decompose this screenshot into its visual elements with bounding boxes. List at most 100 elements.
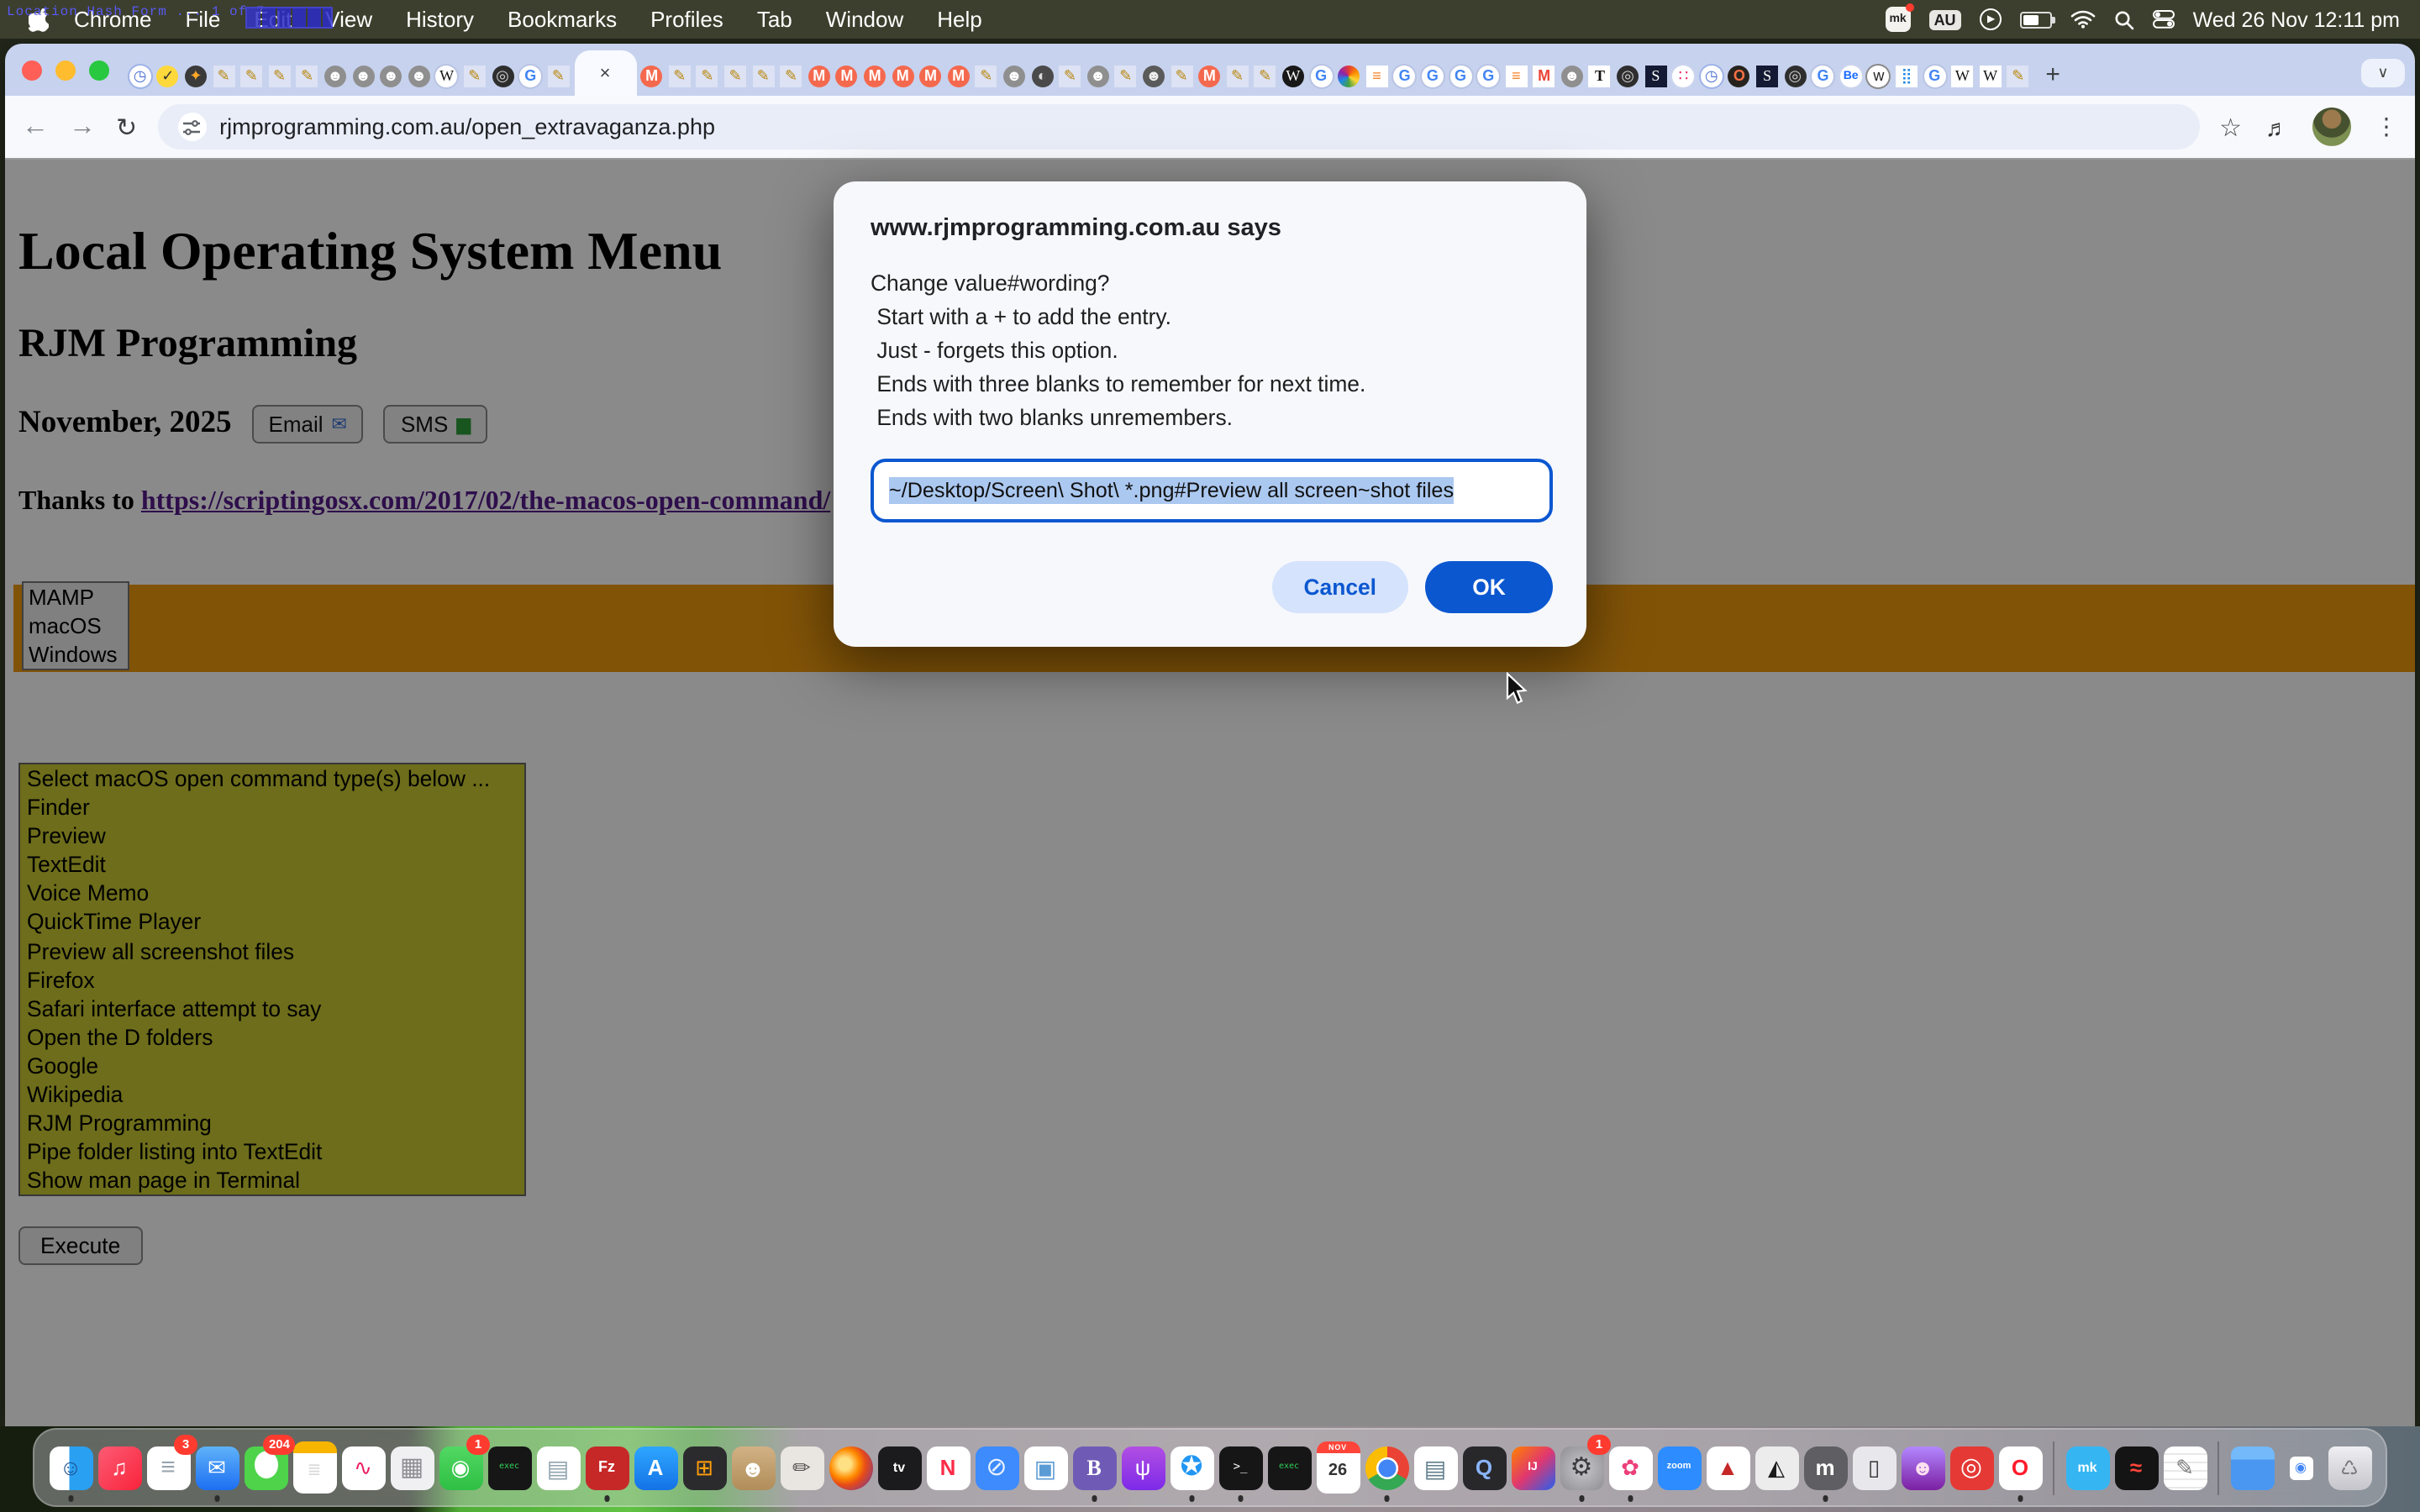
browser-tab[interactable]: ☻ <box>350 55 376 96</box>
browser-tab[interactable]: ◐ <box>1029 55 1055 96</box>
browser-tab[interactable]: ✎ <box>267 55 292 96</box>
browser-tab[interactable]: G <box>1922 55 1947 96</box>
browser-tab[interactable]: M <box>639 55 665 96</box>
close-tab-icon[interactable]: × <box>600 63 611 83</box>
mk-menu-icon[interactable]: mk <box>1886 7 1911 32</box>
browser-menu-icon[interactable]: ⋮ <box>2375 113 2398 141</box>
safari[interactable]: ✪ <box>1167 1437 1216 1498</box>
gimp[interactable]: ✏ <box>777 1437 826 1498</box>
notes[interactable]: ≣ <box>290 1437 339 1498</box>
browser-tab[interactable]: ✎ <box>779 55 804 96</box>
minimize-window-button[interactable] <box>55 60 76 81</box>
blocked-app[interactable]: ⊘ <box>972 1437 1021 1498</box>
browser-tab[interactable]: M <box>834 55 860 96</box>
browser-tab[interactable]: M <box>862 55 887 96</box>
bbedit[interactable]: B <box>1070 1437 1118 1498</box>
browser-tab[interactable]: G <box>1420 55 1445 96</box>
contacts[interactable]: ☻ <box>729 1437 777 1498</box>
browser-tab[interactable]: ∷ <box>1671 55 1697 96</box>
iphone-mirroring[interactable]: ▯ <box>1849 1437 1898 1498</box>
browser-tab[interactable]: ✎ <box>667 55 692 96</box>
finder[interactable]: ☺ <box>46 1437 95 1498</box>
browser-tab[interactable]: M <box>1532 55 1557 96</box>
browser-tab[interactable]: W <box>434 55 460 96</box>
browser-tab[interactable]: ✎ <box>1225 55 1250 96</box>
browser-tab[interactable]: ◎ <box>1782 55 1807 96</box>
document-app[interactable]: ▤ <box>534 1437 582 1498</box>
browser-tab[interactable]: S <box>1754 55 1780 96</box>
browser-tab[interactable]: ✓ <box>155 55 181 96</box>
input-source-badge[interactable]: AU <box>1929 9 1961 29</box>
browser-tab[interactable]: ✎ <box>545 55 571 96</box>
browser-tab[interactable]: ☻ <box>1141 55 1166 96</box>
browser-tab[interactable]: ◎ <box>1615 55 1640 96</box>
browser-tab[interactable]: M <box>890 55 915 96</box>
site-settings-icon[interactable] <box>177 113 206 141</box>
wifi-icon[interactable] <box>2070 10 2096 29</box>
browser-tab[interactable]: w <box>1866 55 1891 96</box>
music[interactable]: ♫ <box>95 1437 144 1498</box>
exec-terminal-2[interactable]: exec <box>1265 1437 1313 1498</box>
browser-tab[interactable]: ≡ <box>1364 55 1389 96</box>
media-controls-icon[interactable]: ♬ <box>2265 113 2289 140</box>
textedit[interactable]: ✎ <box>2160 1437 2209 1498</box>
browser-tab[interactable]: ✎ <box>974 55 999 96</box>
browser-tab[interactable]: ✎ <box>1113 55 1139 96</box>
mk-app[interactable]: mk <box>2063 1437 2112 1498</box>
input-selected-text[interactable]: ~/Desktop/Screen\ Shot\ *.png#Preview al… <box>889 477 1454 504</box>
bookmark-star-icon[interactable]: ☆ <box>2219 112 2242 142</box>
close-window-button[interactable] <box>22 60 42 81</box>
audio-waveform-app[interactable]: ≈ <box>2112 1437 2160 1498</box>
browser-tab[interactable]: ✎ <box>1169 55 1194 96</box>
browser-tab[interactable]: Be <box>1839 55 1864 96</box>
browser-tab[interactable]: G <box>1476 55 1501 96</box>
tab-search-button[interactable]: ∨ <box>2361 59 2405 87</box>
menu-item[interactable]: Help <box>920 7 999 32</box>
exec-terminal[interactable]: exec <box>485 1437 534 1498</box>
now-playing-icon[interactable]: ▶ <box>1980 8 2002 30</box>
browser-tab[interactable]: ✎ <box>1253 55 1278 96</box>
chrome[interactable] <box>1362 1437 1411 1498</box>
menu-item[interactable]: Tab <box>740 7 809 32</box>
active-tab[interactable]: × <box>574 50 636 96</box>
browser-tab[interactable]: T <box>1587 55 1612 96</box>
battery-icon[interactable] <box>2020 11 2052 28</box>
browser-tab[interactable]: G <box>1308 55 1334 96</box>
forward-button[interactable]: → <box>69 112 96 142</box>
browser-tab[interactable]: ✎ <box>750 55 776 96</box>
calculator[interactable]: ⊞ <box>680 1437 729 1498</box>
apple-tv[interactable]: tv <box>875 1437 923 1498</box>
browser-tab[interactable]: G <box>518 55 543 96</box>
browser-tab[interactable]: G <box>1392 55 1418 96</box>
cat-app[interactable]: ☻ <box>1898 1437 1947 1498</box>
firefox[interactable] <box>826 1437 875 1498</box>
news[interactable]: N <box>923 1437 972 1498</box>
reload-button[interactable]: ↻ <box>116 112 137 142</box>
browser-tab[interactable]: ✎ <box>239 55 264 96</box>
zoom[interactable]: zoom <box>1655 1437 1703 1498</box>
browser-tab[interactable]: M <box>918 55 943 96</box>
mastodon[interactable]: m <box>1801 1437 1849 1498</box>
browser-tab[interactable]: ◷ <box>128 55 153 96</box>
browser-tab[interactable]: ☻ <box>1002 55 1027 96</box>
inkscape[interactable]: ◭ <box>1752 1437 1801 1498</box>
quicktime[interactable]: Q <box>1460 1437 1508 1498</box>
opera[interactable]: O <box>1996 1437 2044 1498</box>
browser-tab[interactable]: W <box>1978 55 2003 96</box>
podcasts[interactable]: ψ <box>1118 1437 1167 1498</box>
messages[interactable]: 204 <box>241 1437 290 1498</box>
photo-utility[interactable]: ▣ <box>1021 1437 1070 1498</box>
profile-avatar[interactable] <box>2312 108 2351 146</box>
browser-tab[interactable]: ☻ <box>378 55 403 96</box>
terminal[interactable]: >_ <box>1216 1437 1265 1498</box>
browser-tab[interactable]: ☻ <box>323 55 348 96</box>
launchpad[interactable]: ▦ <box>387 1437 436 1498</box>
downloads-folder[interactable] <box>2228 1437 2276 1498</box>
trash[interactable]: ♺ <box>2325 1437 2374 1498</box>
address-bar[interactable]: rjmprogramming.com.au/open_extravaganza.… <box>157 104 2199 150</box>
browser-tab[interactable]: ◷ <box>1699 55 1724 96</box>
control-center-icon[interactable] <box>2153 10 2175 29</box>
browser-tab[interactable]: M <box>807 55 832 96</box>
dialog-text-input[interactable]: ~/Desktop/Screen\ Shot\ *.png#Preview al… <box>871 459 1553 522</box>
browser-tab[interactable]: M <box>1197 55 1222 96</box>
